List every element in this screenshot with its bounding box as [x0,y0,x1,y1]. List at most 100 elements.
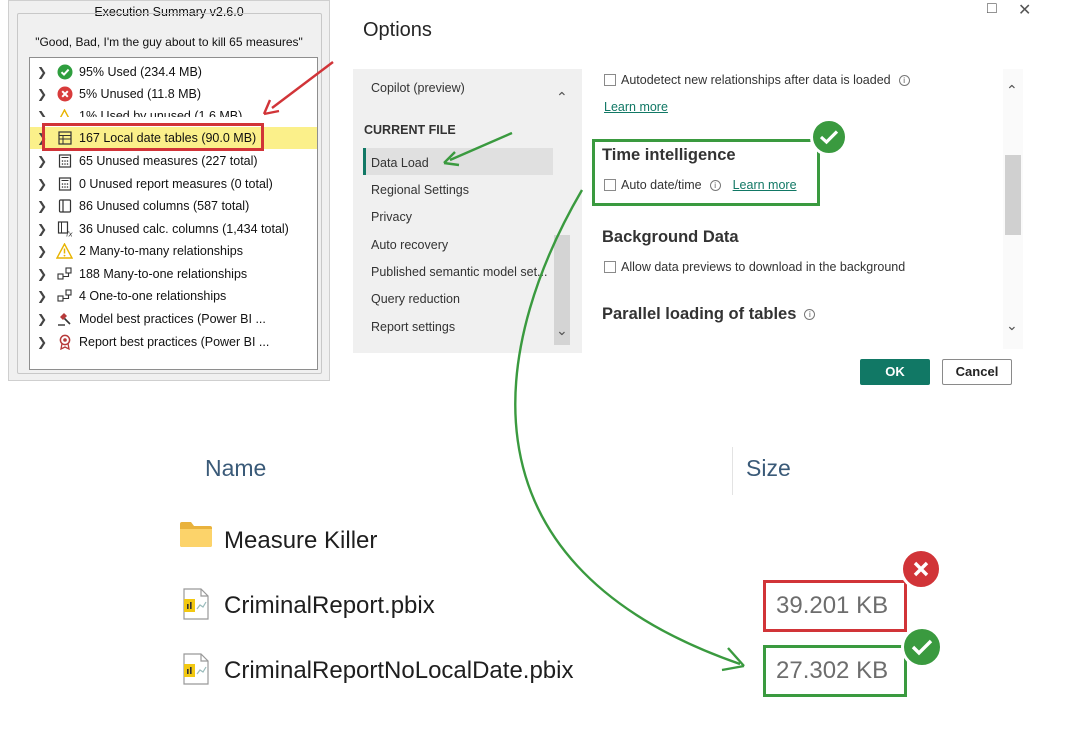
warning-icon [56,243,73,260]
parallel-loading-title: Parallel loading of tables i [602,305,816,324]
nav-item-published-semantic-model[interactable]: Published semantic model set... [371,265,547,279]
learn-more-link[interactable]: Learn more [604,100,668,114]
pbix-file-icon [182,588,210,625]
calculator-icon [56,153,73,170]
nav-scroll-down-icon[interactable]: ⌃ [556,321,568,338]
file-name-measure-killer[interactable]: Measure Killer [224,527,377,555]
name-column-header[interactable]: Name [205,455,266,482]
summary-tree[interactable]: ❯ 95% Used (234.4 MB) ❯ 5% Unused (11.8 … [29,57,318,370]
tree-item-label: 0 Unused report measures (0 total) [79,177,273,191]
autodetect-label: Autodetect new relationships after data … [621,73,891,87]
file-name-criminal-report-no-local-date[interactable]: CriminalReportNoLocalDate.pbix [224,657,574,685]
content-scroll-up-icon[interactable]: ⌃ [1006,82,1018,99]
tree-item-label: 2 Many-to-many relationships [79,244,243,258]
info-icon[interactable]: i [804,309,816,321]
background-data-option[interactable]: Allow data previews to download in the b… [604,260,905,274]
check-badge-icon [810,118,848,156]
close-icon[interactable]: ✕ [1018,0,1031,20]
tree-item-label: 4 One-to-one relationships [79,289,227,303]
tree-item-label: 1% Used by unused (1.6 MB) [79,109,243,117]
parallel-loading-label: Parallel loading of tables [602,305,797,323]
chevron-right-icon[interactable]: ❯ [37,109,47,117]
nav-section-current-file: CURRENT FILE [364,123,456,137]
award-icon [56,334,73,351]
tree-item-label: Model best practices (Power BI ... [79,312,266,326]
svg-text:fx: fx [66,231,73,238]
tree-item-label: 5% Unused (11.8 MB) [79,87,202,101]
chevron-right-icon[interactable]: ❯ [37,199,47,213]
chevron-right-icon[interactable]: ❯ [37,244,47,258]
autodetect-checkbox[interactable] [604,74,616,86]
time-intelligence-highlight-box [592,139,820,206]
content-scroll-down-icon[interactable]: ⌃ [1006,316,1018,333]
tree-item-many-to-many[interactable]: ❯ 2 Many-to-many relationships [30,240,317,262]
check-circle-icon [56,64,73,81]
local-date-tables-highlight-box [42,123,264,151]
file-name-criminal-report[interactable]: CriminalReport.pbix [224,592,435,620]
chevron-right-icon[interactable]: ❯ [37,289,47,303]
execution-summary-panel: Execution Summary v2.6.0 "Good, Bad, I'm… [8,0,330,381]
tree-item-many-to-one[interactable]: ❯ 188 Many-to-one relationships [30,263,317,285]
nav-item-regional-settings[interactable]: Regional Settings [371,183,469,197]
ok-button[interactable]: OK [860,359,930,385]
green-arrow-curve-head [721,647,745,672]
size-column-header[interactable]: Size [746,455,791,482]
background-data-label: Allow data previews to download in the b… [621,260,906,274]
tree-item-label: 86 Unused columns (587 total) [79,199,250,213]
nav-item-data-load[interactable]: Data Load [371,156,429,170]
tree-item-model-best-practices[interactable]: ❯ Model best practices (Power BI ... [30,308,317,330]
tree-item-used[interactable]: ❯ 95% Used (234.4 MB) [30,61,317,83]
x-badge-icon [900,548,942,590]
content-scrollbar-thumb[interactable] [1005,155,1021,235]
chevron-right-icon[interactable]: ❯ [37,267,47,281]
check-badge-icon [901,626,943,668]
x-circle-icon [56,86,73,103]
tree-item-unused-measures[interactable]: ❯ 65 Unused measures (227 total) [30,150,317,172]
tree-item-label: Report best practices (Power BI ... [79,335,270,349]
nav-scroll-up-icon[interactable]: ⌃ [556,89,568,106]
folder-icon [179,520,213,553]
tree-item-unused-columns[interactable]: ❯ 86 Unused columns (587 total) [30,195,317,217]
tree-item-label: 95% Used (234.4 MB) [79,65,202,79]
larger-size-highlight-box [763,580,907,632]
nav-item-copilot[interactable]: Copilot (preview) [371,81,465,95]
nav-item-privacy[interactable]: Privacy [371,210,412,224]
info-icon[interactable]: i [898,74,910,86]
nav-item-query-reduction[interactable]: Query reduction [371,292,460,306]
chevron-right-icon[interactable]: ❯ [37,65,47,79]
column-icon [56,198,73,215]
chevron-right-icon[interactable]: ❯ [37,87,47,101]
cancel-button[interactable]: Cancel [942,359,1012,385]
tree-item-used-by-unused[interactable]: ❯ 1% Used by unused (1.6 MB) [30,105,317,117]
tree-item-label: 36 Unused calc. columns (1,434 total) [79,222,289,236]
chevron-right-icon[interactable]: ❯ [37,335,47,349]
tree-item-unused-calc-columns[interactable]: ❯ fx 36 Unused calc. columns (1,434 tota… [30,218,317,240]
tree-item-unused-report-measures[interactable]: ❯ 0 Unused report measures (0 total) [30,173,317,195]
column-divider[interactable] [732,447,733,495]
warning-icon [56,108,73,117]
tree-item-unused[interactable]: ❯ 5% Unused (11.8 MB) [30,83,317,105]
chevron-right-icon[interactable]: ❯ [37,154,47,168]
options-content: Autodetect new relationships after data … [583,69,1023,349]
smaller-size-highlight-box [763,645,907,697]
pbix-file-icon [182,653,210,690]
background-data-checkbox[interactable] [604,261,616,273]
background-data-title: Background Data [602,228,739,246]
options-nav: Copilot (preview) ⌃ CURRENT FILE Data Lo… [353,69,582,353]
execution-summary-quote: "Good, Bad, I'm the guy about to kill 65… [35,35,303,49]
gavel-icon [56,311,73,328]
options-title: Options [363,19,432,41]
chevron-right-icon[interactable]: ❯ [37,222,47,236]
autodetect-relationships-option[interactable]: Autodetect new relationships after data … [604,73,910,87]
calc-column-icon: fx [56,221,73,238]
chevron-right-icon[interactable]: ❯ [37,312,47,326]
calculator-icon [56,176,73,193]
nav-item-auto-recovery[interactable]: Auto recovery [371,238,448,252]
maximize-icon[interactable]: □ [987,0,997,18]
tree-item-report-best-practices[interactable]: ❯ Report best practices (Power BI ... [30,331,317,353]
tree-item-one-to-one[interactable]: ❯ 4 One-to-one relationships [30,285,317,307]
chevron-right-icon[interactable]: ❯ [37,177,47,191]
relationship-icon [56,288,73,305]
nav-item-report-settings[interactable]: Report settings [371,320,455,334]
tree-item-label: 188 Many-to-one relationships [79,267,248,281]
